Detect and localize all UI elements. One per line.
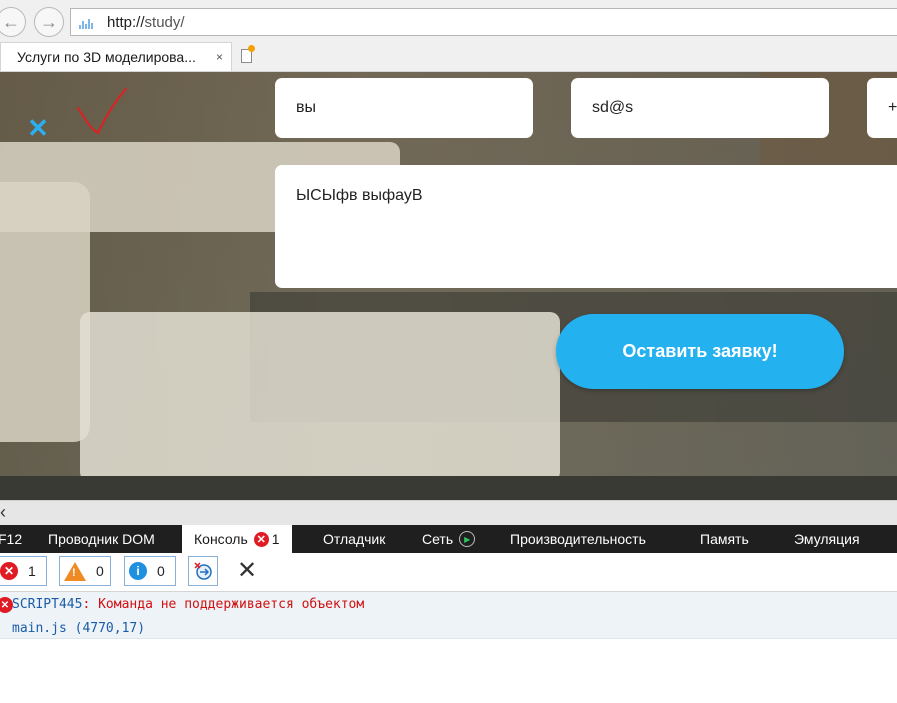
error-icon: ✕: [253, 531, 269, 547]
console-message: SCRIPT445: Команда не поддерживается объ…: [12, 597, 364, 612]
new-tab-icon: [240, 45, 255, 63]
email-field[interactable]: sd@s: [571, 78, 829, 138]
source-link[interactable]: main.js (4770,17): [12, 621, 145, 636]
tab-emulation[interactable]: Эмуляция: [794, 525, 860, 553]
name-field[interactable]: вы: [275, 78, 533, 138]
tab-console[interactable]: Консоль ✕ 1: [182, 525, 292, 553]
tab-console-label: Консоль: [194, 531, 248, 547]
warnings-count: 0: [96, 563, 104, 579]
clear-on-navigate-icon: [194, 562, 212, 580]
background-sofa-arm: [0, 182, 90, 442]
background-sofa-seat: [80, 312, 560, 476]
error-code: SCRIPT445: [12, 597, 83, 612]
phone-field[interactable]: +: [867, 78, 897, 138]
chevron-left-icon[interactable]: ‹: [0, 502, 14, 522]
info-filter-button[interactable]: i 0: [124, 556, 176, 586]
info-icon: i: [129, 562, 147, 580]
clear-console-icon[interactable]: ✕: [236, 556, 258, 586]
submit-button[interactable]: Оставить заявку!: [556, 314, 844, 389]
page-bottom-band: [0, 476, 897, 500]
errors-filter-button[interactable]: ✕ 1: [0, 556, 47, 586]
browser-tab[interactable]: Услуги по 3D моделирова... ×: [0, 42, 232, 71]
error-icon: ✕: [0, 562, 18, 580]
close-icon[interactable]: ✕: [27, 115, 49, 141]
warning-icon: !: [64, 561, 86, 581]
tab-network-label: Сеть: [422, 531, 454, 547]
tab-memory[interactable]: Память: [700, 525, 749, 553]
forward-arrow-icon: →: [40, 11, 58, 32]
tab-network[interactable]: Сеть ▶: [422, 525, 476, 553]
tab-f12[interactable]: F12: [0, 525, 22, 553]
new-tab-button[interactable]: [234, 44, 258, 68]
tab-debugger[interactable]: Отладчик: [323, 525, 385, 553]
message-field[interactable]: ЫСЫфв выфауВ: [275, 165, 897, 288]
errors-count: 1: [28, 563, 36, 579]
info-count: 0: [157, 563, 165, 579]
tab-performance[interactable]: Производительность: [510, 525, 646, 553]
warnings-filter-button[interactable]: ! 0: [59, 556, 111, 586]
console-error-count: 1: [271, 531, 280, 547]
tab-dom-explorer[interactable]: Проводник DOM: [48, 525, 155, 553]
devtools-splitter[interactable]: [0, 500, 897, 525]
clear-on-navigate-button[interactable]: [188, 556, 218, 586]
tab-title: Услуги по 3D моделирова...: [17, 49, 196, 65]
back-arrow-icon: ←: [2, 11, 20, 32]
forward-button[interactable]: →: [34, 7, 64, 37]
page-icon: [79, 15, 95, 29]
play-icon: ▶: [459, 531, 476, 547]
url-text: http://study/: [107, 13, 185, 31]
tab-close-icon[interactable]: ×: [216, 50, 223, 64]
address-bar[interactable]: http://study/: [70, 8, 897, 36]
error-text: : Команда не поддерживается объектом: [82, 597, 365, 612]
